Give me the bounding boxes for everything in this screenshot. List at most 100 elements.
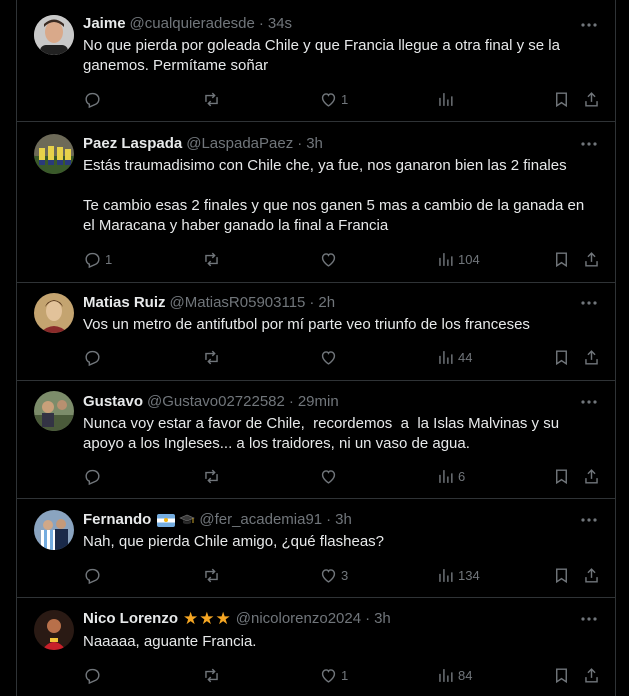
- view-count: 134: [458, 567, 480, 583]
- bookmark-button[interactable]: [552, 347, 571, 367]
- bookmark-button[interactable]: [552, 89, 571, 109]
- repost-button[interactable]: [202, 89, 224, 109]
- more-options-icon[interactable]: [577, 392, 601, 412]
- view-count: 6: [458, 468, 466, 484]
- share-button[interactable]: [582, 89, 601, 109]
- like-button[interactable]: 1: [319, 89, 348, 109]
- like-count: 3: [341, 567, 349, 583]
- heart-icon: [321, 92, 336, 107]
- views-button[interactable]: 44: [436, 347, 472, 367]
- author-handle[interactable]: @LaspadaPaez: [186, 134, 293, 154]
- author-handle[interactable]: @nicolorenzo2024: [236, 609, 361, 629]
- author-name[interactable]: Paez Laspada: [83, 134, 182, 154]
- more-options-icon[interactable]: [577, 15, 601, 35]
- author-name[interactable]: Matias Ruiz: [83, 293, 166, 313]
- views-icon: [439, 350, 453, 364]
- view-count: 104: [458, 251, 480, 267]
- repost-button[interactable]: [202, 665, 224, 685]
- bookmark-button[interactable]: [552, 665, 571, 685]
- views-button[interactable]: 104: [436, 249, 480, 269]
- tweet-header: Gustavo @Gustavo02722582 · 29min: [83, 392, 599, 412]
- author-name[interactable]: Jaime: [83, 14, 126, 34]
- reply-button[interactable]: [83, 565, 105, 585]
- author-handle[interactable]: @MatiasR05903115: [170, 293, 306, 313]
- reply-button[interactable]: [83, 466, 105, 486]
- bookmark-icon: [556, 91, 567, 107]
- share-button[interactable]: [582, 466, 601, 486]
- reply-button[interactable]: 1: [83, 249, 112, 269]
- views-button[interactable]: 6: [436, 466, 465, 486]
- reply-button[interactable]: [83, 89, 105, 109]
- reply-tweet[interactable]: Paez Laspada @LaspadaPaez · 3h Estás tra…: [17, 122, 615, 283]
- tweet-text: Nah, que pierda Chile amigo, ¿qué flashe…: [83, 533, 385, 550]
- reply-button[interactable]: [83, 347, 105, 367]
- tweet-text: Estás traumadisimo con Chile che, ya fue…: [83, 157, 585, 234]
- views-icon: [439, 252, 453, 266]
- author-name[interactable]: Nico Lorenzo: [83, 609, 178, 629]
- timestamp[interactable]: 3h: [306, 134, 323, 154]
- author-handle[interactable]: @fer_academia91: [199, 510, 322, 530]
- more-options-icon[interactable]: [577, 510, 601, 530]
- heart-icon: [321, 568, 336, 583]
- reply-tweet[interactable]: Fernando @fer_academia91 · 3h Nah, que p…: [17, 499, 615, 598]
- timestamp[interactable]: 2h: [318, 293, 335, 313]
- author-name[interactable]: Fernando: [83, 510, 151, 530]
- reply-tweet[interactable]: Jaime @cualquieradesde · 34s No que pier…: [17, 0, 615, 122]
- repost-icon: [205, 350, 218, 364]
- bookmark-icon: [556, 567, 567, 583]
- share-button[interactable]: [582, 249, 601, 269]
- repost-icon: [205, 668, 218, 682]
- share-button[interactable]: [582, 347, 601, 367]
- repost-button[interactable]: [202, 466, 224, 486]
- avatar[interactable]: [34, 510, 74, 550]
- like-count: 1: [341, 667, 349, 683]
- reply-icon: [85, 668, 100, 684]
- repost-button[interactable]: [202, 249, 224, 269]
- bookmark-icon: [556, 468, 567, 484]
- author-handle[interactable]: @cualquieradesde: [130, 14, 255, 34]
- avatar[interactable]: [34, 391, 74, 431]
- avatar[interactable]: [34, 610, 74, 650]
- reply-tweet[interactable]: Nico Lorenzo ★★★ @nicolorenzo2024 · 3h N…: [17, 598, 615, 696]
- bookmark-button[interactable]: [552, 249, 571, 269]
- more-options-icon[interactable]: [577, 134, 601, 154]
- like-button[interactable]: 3: [319, 565, 348, 585]
- bookmark-button[interactable]: [552, 466, 571, 486]
- more-options-icon[interactable]: [577, 293, 601, 313]
- like-button[interactable]: [319, 347, 341, 367]
- timestamp[interactable]: 3h: [374, 609, 391, 629]
- bookmark-icon: [556, 251, 567, 267]
- repost-icon: [205, 252, 218, 266]
- timestamp[interactable]: 34s: [268, 14, 292, 34]
- repost-button[interactable]: [202, 347, 224, 367]
- action-bar: 1 104: [75, 249, 605, 269]
- action-bar: 3 134: [75, 565, 605, 585]
- reply-feed: Jaime @cualquieradesde · 34s No que pier…: [16, 0, 616, 696]
- views-button[interactable]: 84: [436, 665, 472, 685]
- author-name[interactable]: Gustavo: [83, 392, 143, 412]
- like-button[interactable]: 1: [319, 665, 348, 685]
- avatar[interactable]: [34, 15, 74, 55]
- share-icon: [585, 251, 598, 267]
- bookmark-button[interactable]: [552, 565, 571, 585]
- author-handle[interactable]: @Gustavo02722582: [147, 392, 285, 412]
- views-button[interactable]: 134: [436, 565, 480, 585]
- separator-dot: ·: [297, 135, 303, 152]
- timestamp[interactable]: 3h: [335, 510, 352, 530]
- share-button[interactable]: [582, 565, 601, 585]
- views-button[interactable]: [436, 89, 458, 109]
- like-button[interactable]: [319, 466, 341, 486]
- like-count: 1: [341, 91, 349, 107]
- share-button[interactable]: [582, 665, 601, 685]
- reply-tweet[interactable]: Gustavo @Gustavo02722582 · 29min Nunca v…: [17, 381, 615, 499]
- more-options-icon[interactable]: [577, 609, 601, 629]
- reply-tweet[interactable]: Matias Ruiz @MatiasR05903115 · 2h Vos un…: [17, 283, 615, 381]
- repost-button[interactable]: [202, 565, 224, 585]
- graduation-cap-icon: [179, 513, 196, 527]
- avatar[interactable]: [34, 293, 74, 333]
- reply-button[interactable]: [83, 665, 105, 685]
- like-button[interactable]: [319, 249, 341, 269]
- avatar[interactable]: [34, 134, 74, 174]
- timestamp[interactable]: 29min: [298, 392, 339, 412]
- tweet-text: Naaaaa, aguante Francia.: [83, 633, 257, 650]
